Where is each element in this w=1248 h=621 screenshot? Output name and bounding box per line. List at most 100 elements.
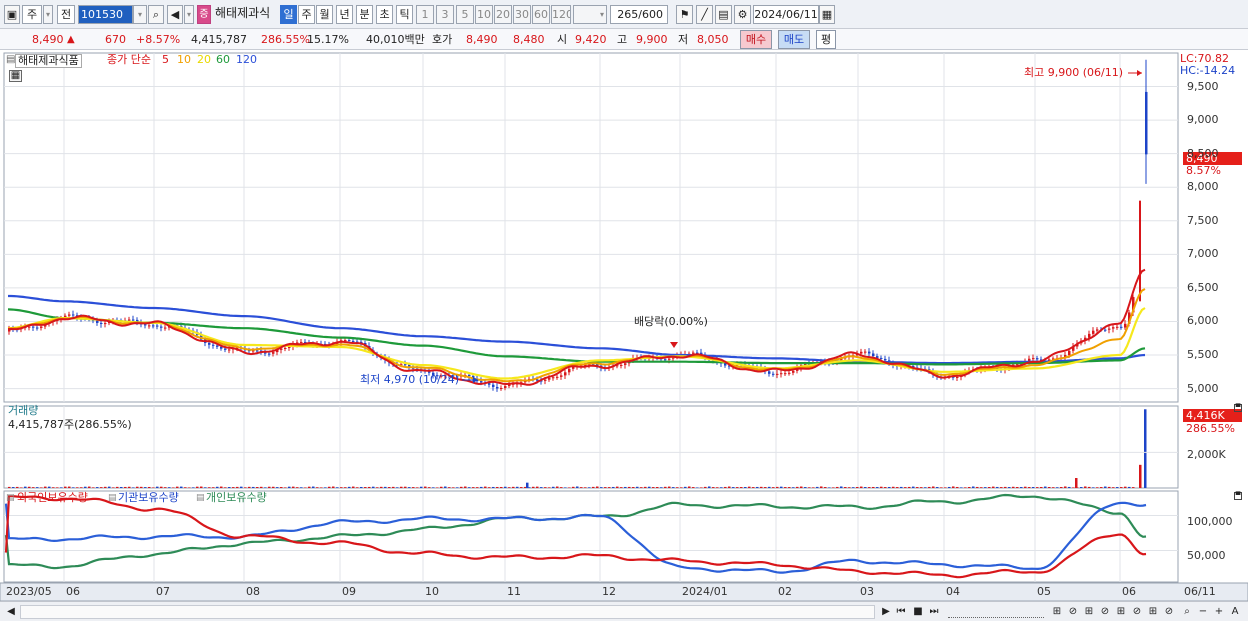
volume-bar xyxy=(872,486,875,488)
stock-code-input[interactable]: 101530 xyxy=(78,5,133,24)
tick-30[interactable]: 30 xyxy=(513,5,531,24)
tool-icon-8[interactable]: ⊘ xyxy=(1162,605,1176,619)
candle-body xyxy=(788,372,791,374)
rewind-icon[interactable]: ⏮ xyxy=(894,605,908,619)
volume-bar xyxy=(68,486,71,488)
candle-body xyxy=(1108,328,1111,330)
volume-bar xyxy=(128,486,131,488)
market-dropdown-icon[interactable]: ▾ xyxy=(43,5,53,24)
tick-10[interactable]: 10 xyxy=(475,5,493,24)
speaker-dropdown-icon[interactable]: ▾ xyxy=(184,5,194,24)
custom-tick-select[interactable]: ▾ xyxy=(573,5,607,24)
volume-bar xyxy=(608,487,611,488)
volume-bar xyxy=(1004,486,1007,488)
save-icon[interactable]: ▤ xyxy=(715,5,732,24)
tool-icon-1[interactable]: ⊞ xyxy=(1050,605,1064,619)
font-size-icon[interactable]: A xyxy=(1228,605,1242,619)
layout-icon[interactable]: ▣ xyxy=(4,5,20,24)
volume-bar xyxy=(940,487,943,488)
candle-type-icon[interactable]: ⚑ xyxy=(676,5,693,24)
period-year[interactable]: 년 xyxy=(336,5,353,24)
prev-button[interactable]: 전 xyxy=(57,5,75,24)
volume-bar xyxy=(424,486,427,488)
market-select[interactable]: 주 xyxy=(22,5,42,24)
tool-icon-7[interactable]: ⊞ xyxy=(1146,605,1160,619)
candle-body xyxy=(156,325,159,327)
tool-icon-6[interactable]: ⊘ xyxy=(1130,605,1144,619)
candle-body xyxy=(300,341,303,343)
tick-3[interactable]: 3 xyxy=(436,5,454,24)
tool-icon-2[interactable]: ⊘ xyxy=(1066,605,1080,619)
volume-bar xyxy=(544,487,547,488)
tick-1[interactable]: 1 xyxy=(416,5,434,24)
period-minute[interactable]: 분 xyxy=(356,5,373,24)
volume-bar xyxy=(152,487,155,488)
zoom-search-icon[interactable]: ⌕ xyxy=(1180,605,1194,619)
stop-icon[interactable]: ■ xyxy=(911,605,925,619)
volume-bar-last xyxy=(1144,409,1147,488)
candle-body xyxy=(564,372,567,376)
period-day[interactable]: 일 xyxy=(280,5,297,24)
volume-bar xyxy=(160,486,163,488)
candle-body xyxy=(956,377,959,379)
scroll-right-icon[interactable]: ▶ xyxy=(879,605,893,619)
chart-scrollbar[interactable]: ◀ ▶ ⏮ ■ ⏭ ⊞ ⊘ ⊞ ⊘ ⊞ ⊘ ⊞ ⊘ ⌕ − + A xyxy=(0,601,1248,621)
change-amount: 670 xyxy=(105,33,126,46)
search-icon[interactable]: ⌕ xyxy=(148,5,164,24)
period-second[interactable]: 초 xyxy=(376,5,393,24)
forward-icon[interactable]: ⏭ xyxy=(927,605,941,619)
volume-bar xyxy=(220,486,223,488)
volume-bar xyxy=(12,487,15,488)
gear-icon[interactable]: ⚙ xyxy=(734,5,751,24)
volume-bar xyxy=(240,486,243,488)
draw-tool-icon[interactable]: ╱ xyxy=(696,5,713,24)
tick-5[interactable]: 5 xyxy=(456,5,474,24)
period-tick[interactable]: 틱 xyxy=(396,5,413,24)
high-annotation: 최고 9,900 (06/11) xyxy=(1024,66,1124,79)
zoom-in-icon[interactable]: + xyxy=(1212,605,1226,619)
volume-close-icon[interactable]: ▀ xyxy=(1234,404,1242,412)
tick-120[interactable]: 120 xyxy=(551,5,571,24)
period-month[interactable]: 월 xyxy=(316,5,333,24)
stock-legend[interactable]: 해태제과식품 xyxy=(15,54,82,68)
tool-icon-5[interactable]: ⊞ xyxy=(1114,605,1128,619)
speaker-icon[interactable]: ◀ xyxy=(167,5,183,24)
period-week[interactable]: 주 xyxy=(298,5,315,24)
volume-bar xyxy=(868,487,871,488)
volume-bar xyxy=(824,487,827,488)
scroll-track[interactable] xyxy=(20,605,875,619)
tick-60[interactable]: 60 xyxy=(532,5,550,24)
tool-icon-3[interactable]: ⊞ xyxy=(1082,605,1096,619)
zoom-out-icon[interactable]: − xyxy=(1196,605,1210,619)
avg-button[interactable]: 평 xyxy=(816,30,836,49)
calendar-icon[interactable]: ▦ xyxy=(819,5,835,24)
buy-button[interactable]: 매수 xyxy=(740,30,772,49)
sell-button[interactable]: 매도 xyxy=(778,30,810,49)
data-count[interactable]: 265/600 xyxy=(610,5,668,24)
volume-bar xyxy=(316,487,319,488)
table-view-icon[interactable]: ▦ xyxy=(9,70,22,82)
institution-legend: 기관보유수량 xyxy=(118,491,179,504)
volume-bar xyxy=(744,486,747,488)
tick-20[interactable]: 20 xyxy=(494,5,512,24)
zoom-slider[interactable] xyxy=(948,606,1044,618)
candle-body xyxy=(860,351,863,354)
volume-bar xyxy=(832,487,835,488)
volume-bar xyxy=(728,486,731,488)
volume-bar xyxy=(444,486,447,488)
volume-bar xyxy=(20,487,23,488)
candle-body xyxy=(664,359,667,361)
volume-bar xyxy=(1036,487,1039,488)
volume-bar xyxy=(536,486,539,488)
candle-body xyxy=(496,386,499,389)
scroll-left-icon[interactable]: ◀ xyxy=(4,605,18,619)
date-tick-label: 03 xyxy=(860,585,874,598)
code-dropdown-icon[interactable]: ▾ xyxy=(133,5,147,24)
tool-icon-4[interactable]: ⊘ xyxy=(1098,605,1112,619)
candle-body xyxy=(36,327,39,329)
volume-bar xyxy=(1056,487,1059,488)
candle-body xyxy=(352,340,355,342)
holder-close-icon[interactable]: ▀ xyxy=(1234,492,1242,500)
date-input[interactable]: 2024/06/11 xyxy=(753,5,819,24)
volume-bar xyxy=(16,486,19,488)
